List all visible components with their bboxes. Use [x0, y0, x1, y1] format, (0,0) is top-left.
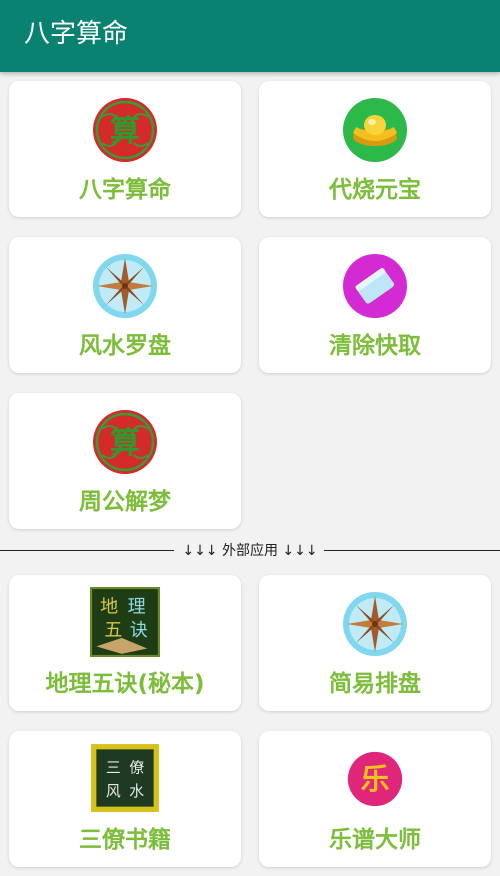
svg-text:僚: 僚: [129, 760, 144, 777]
card-label: 风水罗盘: [79, 333, 171, 359]
svg-text:风: 风: [106, 783, 121, 800]
compass-icon: [343, 592, 407, 656]
eraser-icon: [343, 254, 407, 318]
svg-text:诀: 诀: [130, 620, 148, 641]
external-apps-divider: ↓↓↓ 外部应用 ↓↓↓: [0, 540, 500, 562]
app-bar: 八字算命: [0, 0, 500, 72]
svg-text:理: 理: [128, 596, 146, 617]
compass-icon: [93, 254, 157, 318]
svg-text:算: 算: [110, 114, 140, 149]
divider-line-left: [0, 550, 174, 551]
divider-text: ↓↓↓ 外部应用 ↓↓↓: [182, 543, 318, 559]
card-bazi-suanming[interactable]: 算 八字算命: [9, 81, 241, 217]
card-dili-wujue[interactable]: 地 理 五 诀 地理五诀(秘本): [9, 575, 241, 711]
card-sanliao-shuji[interactable]: 三 僚 风 水 三僚书籍: [9, 731, 241, 867]
svg-text:地: 地: [100, 596, 118, 617]
card-label: 代烧元宝: [329, 177, 421, 203]
svg-text:五: 五: [104, 620, 122, 641]
divider-line-right: [324, 550, 500, 551]
card-label: 地理五诀(秘本): [45, 671, 205, 697]
card-fengshui-luopan[interactable]: 风水罗盘: [9, 237, 241, 373]
app-title: 八字算命: [24, 19, 129, 49]
card-label: 八字算命: [79, 177, 171, 203]
card-label: 周公解梦: [79, 489, 171, 515]
card-label: 乐谱大师: [329, 827, 421, 853]
card-daishao-yuanbao[interactable]: 代烧元宝: [259, 81, 491, 217]
yue-music-icon: 乐: [347, 751, 403, 807]
svg-text:三: 三: [106, 760, 121, 777]
dili-wujue-book-icon: 地 理 五 诀: [90, 587, 160, 657]
svg-text:水: 水: [129, 783, 144, 800]
sanliao-fengshui-board-icon: 三 僚 风 水: [91, 744, 159, 812]
card-label: 三僚书籍: [79, 827, 171, 853]
gold-ingot-icon: [343, 98, 407, 162]
card-label: 清除快取: [329, 333, 421, 359]
suan-seal-icon: 算: [93, 98, 157, 162]
suan-seal-icon: 算: [93, 410, 157, 474]
svg-text:乐: 乐: [361, 762, 390, 796]
card-label: 简易排盘: [329, 671, 421, 697]
card-zhougong-jiemeng[interactable]: 算 周公解梦: [9, 393, 241, 529]
card-jianyi-paipan[interactable]: 简易排盘: [259, 575, 491, 711]
card-clear-cache[interactable]: 清除快取: [259, 237, 491, 373]
card-yuepu-dashi[interactable]: 乐 乐谱大师: [259, 731, 491, 867]
svg-text:算: 算: [110, 426, 140, 461]
